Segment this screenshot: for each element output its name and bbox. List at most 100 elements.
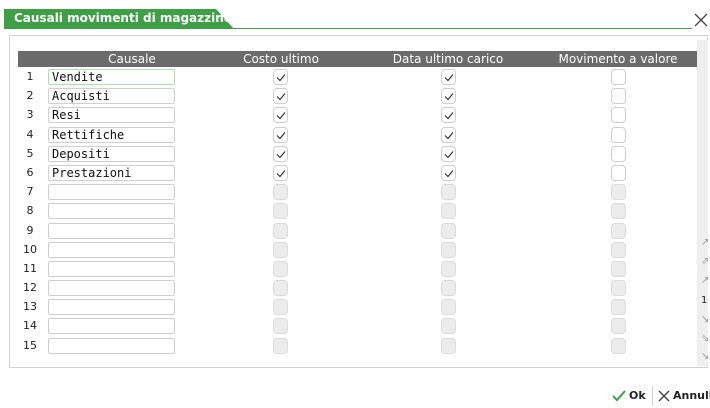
movimento-a-valore-checkbox[interactable] <box>611 88 626 105</box>
ok-label: Ok <box>629 389 646 402</box>
table-row: 5 Depositi <box>18 144 697 163</box>
causale-field[interactable] <box>48 280 175 297</box>
checkmark-icon <box>276 170 286 178</box>
table-row: 9 <box>18 221 697 240</box>
causale-field[interactable] <box>48 203 175 220</box>
costo-ultimo-checkbox[interactable] <box>273 145 288 162</box>
close-icon[interactable] <box>694 12 708 27</box>
causale-field[interactable] <box>48 184 175 201</box>
causale-field[interactable] <box>48 222 175 239</box>
table-row: 8 <box>18 201 697 220</box>
grid-header: Causale Costo ultimo Data ultimo carico … <box>18 51 697 67</box>
row-number: 7 <box>26 185 34 199</box>
costo-ultimo-checkbox <box>273 203 288 220</box>
causale-field[interactable] <box>48 260 175 277</box>
costo-ultimo-checkbox[interactable] <box>273 69 288 85</box>
window-title: Causali movimenti di magazzino <box>14 11 233 25</box>
data-ultimo-carico-checkbox <box>441 318 456 335</box>
table-row: 11 <box>18 259 697 278</box>
causale-field[interactable]: Prestazioni <box>48 164 175 181</box>
data-ultimo-carico-checkbox[interactable] <box>441 88 456 105</box>
causali-grid: Causale Costo ultimo Data ultimo carico … <box>18 51 697 355</box>
movimento-a-valore-checkbox <box>611 184 626 201</box>
scroll-top-icon[interactable]: ↗ <box>701 238 710 247</box>
movimento-a-valore-checkbox[interactable] <box>611 164 626 181</box>
row-number: 13 <box>23 300 37 314</box>
data-ultimo-carico-checkbox[interactable] <box>441 164 456 181</box>
movimento-a-valore-checkbox <box>611 299 626 316</box>
causale-field[interactable]: Acquisti <box>48 88 175 105</box>
column-header-costo-ultimo: Costo ultimo <box>243 52 319 66</box>
causale-field[interactable]: Vendite <box>48 69 175 85</box>
costo-ultimo-checkbox <box>273 184 288 201</box>
column-header-causale: Causale <box>108 52 156 66</box>
causale-field[interactable] <box>48 337 175 354</box>
costo-ultimo-checkbox <box>273 241 288 258</box>
row-number: 14 <box>23 319 37 333</box>
close-icon <box>658 390 670 402</box>
table-row: 3 Resi <box>18 105 697 124</box>
line-up-icon[interactable]: ↗ <box>701 276 710 285</box>
checkmark-icon <box>444 74 454 82</box>
row-number: 5 <box>26 146 34 160</box>
ok-button[interactable]: Ok <box>612 386 646 406</box>
data-ultimo-carico-checkbox <box>441 222 456 239</box>
checkmark-icon <box>444 131 454 139</box>
scroll-bottom-icon[interactable]: ↘ <box>701 352 710 361</box>
page-down-icon[interactable]: ⇘ <box>701 334 710 343</box>
table-row: 2 Acquisti <box>18 86 697 105</box>
cancel-button[interactable]: Annulla <box>658 386 710 406</box>
grid-body: 1 Vendite 2 Acquisti 3 Resi 4 Rettifiche 5 Deposi… <box>18 67 697 355</box>
movimento-a-valore-checkbox <box>611 260 626 277</box>
movimento-a-valore-checkbox <box>611 337 626 354</box>
movimento-a-valore-checkbox[interactable] <box>611 126 626 143</box>
column-header-movimento-a-valore: Movimento a valore <box>558 52 678 66</box>
data-ultimo-carico-checkbox[interactable] <box>441 145 456 162</box>
page-up-icon[interactable]: ⇗ <box>701 257 710 266</box>
checkmark-icon <box>276 131 286 139</box>
check-icon <box>612 390 626 402</box>
causale-field[interactable] <box>48 318 175 335</box>
causale-field[interactable] <box>48 299 175 316</box>
data-ultimo-carico-checkbox[interactable] <box>441 107 456 124</box>
data-ultimo-carico-checkbox <box>441 241 456 258</box>
data-ultimo-carico-checkbox <box>441 203 456 220</box>
row-number: 1 <box>26 70 34 83</box>
movimento-a-valore-checkbox[interactable] <box>611 145 626 162</box>
causale-field[interactable]: Rettifiche <box>48 126 175 143</box>
data-ultimo-carico-checkbox[interactable] <box>441 126 456 143</box>
causale-field[interactable] <box>48 241 175 258</box>
costo-ultimo-checkbox[interactable] <box>273 107 288 124</box>
row-number: 2 <box>26 89 34 103</box>
line-down-icon[interactable]: ↘ <box>701 315 710 324</box>
causale-field[interactable]: Resi <box>48 107 175 124</box>
data-ultimo-carico-checkbox <box>441 280 456 297</box>
row-number: 8 <box>26 204 34 218</box>
row-number: 11 <box>23 261 37 275</box>
checkmark-icon <box>276 112 286 120</box>
table-row: 15 <box>18 336 697 355</box>
row-number: 4 <box>26 127 34 141</box>
cancel-label: Annulla <box>673 389 710 402</box>
data-ultimo-carico-checkbox <box>441 260 456 277</box>
data-ultimo-carico-checkbox[interactable] <box>441 69 456 85</box>
causale-field[interactable]: Depositi <box>48 145 175 162</box>
row-number: 10 <box>23 242 37 256</box>
movimento-a-valore-checkbox[interactable] <box>611 107 626 124</box>
checkmark-icon <box>444 150 454 159</box>
costo-ultimo-checkbox[interactable] <box>273 88 288 105</box>
costo-ultimo-checkbox[interactable] <box>273 126 288 143</box>
row-number: 12 <box>23 281 37 295</box>
table-row: 14 <box>18 316 697 335</box>
table-row: 1 Vendite <box>18 67 697 86</box>
row-number: 9 <box>26 223 34 237</box>
checkmark-icon <box>276 93 286 101</box>
movimento-a-valore-checkbox <box>611 222 626 239</box>
costo-ultimo-checkbox[interactable] <box>273 164 288 181</box>
page-indicator: 1 <box>701 296 708 305</box>
movimento-a-valore-checkbox[interactable] <box>611 69 626 85</box>
table-row: 7 <box>18 182 697 201</box>
table-row: 12 <box>18 278 697 297</box>
table-row: 10 <box>18 240 697 259</box>
table-row: 13 <box>18 297 697 316</box>
